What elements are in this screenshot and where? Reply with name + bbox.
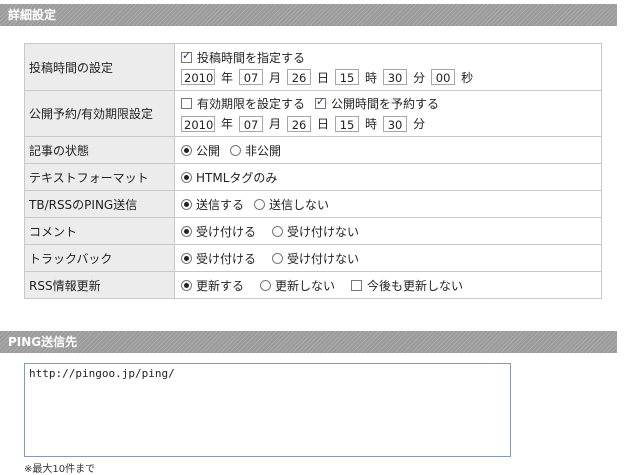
post-second-input[interactable]: 00 (431, 69, 456, 85)
format-html-radio[interactable] (181, 171, 192, 183)
rss-never-label: 今後も更新しない (367, 278, 464, 293)
row-format: テキストフォーマット HTMLタグのみ (24, 163, 602, 191)
schedule-hour-unit: 時 (365, 117, 378, 131)
comment-reject-option[interactable]: 受け付けない (272, 223, 359, 240)
label-ping: TB/RSSのPING送信 (24, 190, 175, 218)
post-month-unit: 月 (269, 70, 282, 85)
row-post-time: 投稿時間の設定 投稿時間を指定する 2010 年 07 月 26 日 15 時 … (24, 43, 602, 91)
reserve-label: 公開時間を予約する (331, 97, 440, 111)
label-post-time: 投稿時間の設定 (24, 43, 175, 91)
expire-label: 有効期限を設定する (197, 97, 306, 111)
schedule-year-unit: 年 (221, 117, 234, 131)
label-comment: コメント (24, 217, 175, 245)
rss-update-radio[interactable] (181, 279, 192, 291)
status-private-label: 非公開 (245, 143, 282, 158)
post-second-unit: 秒 (461, 70, 474, 85)
specify-time-label: 投稿時間を指定する (197, 50, 306, 65)
rss-never-option[interactable]: 今後も更新しない (351, 277, 463, 294)
schedule-year-input[interactable]: 2010 (181, 115, 215, 132)
value-format: HTMLタグのみ (174, 163, 602, 191)
value-rss: 更新する 更新しない 今後も更新しない (174, 271, 602, 299)
expire-option[interactable]: 有効期限を設定する (181, 95, 305, 112)
rss-noupdate-option[interactable]: 更新しない (260, 277, 335, 294)
schedule-month-input[interactable]: 07 (239, 115, 264, 132)
expire-checkbox[interactable] (181, 98, 192, 109)
trackback-accept-option[interactable]: 受け付ける (181, 250, 256, 267)
status-public-label: 公開 (196, 143, 221, 158)
settings-table: 投稿時間の設定 投稿時間を指定する 2010 年 07 月 26 日 15 時 … (24, 43, 602, 299)
ping-send-label: 送信する (196, 197, 245, 212)
schedule-month-unit: 月 (269, 117, 282, 131)
row-trackback: トラックバック 受け付ける 受け付けない (24, 244, 602, 272)
post-hour-input[interactable]: 15 (335, 69, 360, 85)
reserve-option[interactable]: 公開時間を予約する (315, 95, 439, 112)
rss-never-checkbox[interactable] (351, 279, 363, 291)
post-day-input[interactable]: 26 (287, 69, 312, 85)
label-format: テキストフォーマット (24, 163, 175, 191)
status-public-option[interactable]: 公開 (181, 142, 220, 159)
post-minute-unit: 分 (413, 70, 426, 85)
specify-time-option[interactable]: 投稿時間を指定する (181, 49, 305, 66)
schedule-minute-unit: 分 (413, 117, 426, 131)
row-schedule: 公開予約/有効期限設定 有効期限を設定する 公開時間を予約する 2010 年 0… (24, 90, 602, 137)
ping-url-textarea[interactable]: http://pingoo.jp/ping/ (24, 363, 511, 457)
status-public-radio[interactable] (181, 144, 192, 156)
label-rss: RSS情報更新 (24, 271, 175, 299)
schedule-day-unit: 日 (317, 117, 330, 131)
ping-nosend-option[interactable]: 送信しない (254, 196, 329, 213)
format-html-label: HTMLタグのみ (196, 170, 278, 185)
label-status: 記事の状態 (24, 136, 175, 164)
value-schedule: 有効期限を設定する 公開時間を予約する 2010 年 07 月 26 日 15 … (174, 90, 602, 137)
rss-update-option[interactable]: 更新する (181, 277, 244, 294)
comment-accept-radio[interactable] (181, 225, 192, 237)
rss-noupdate-label: 更新しない (275, 278, 336, 293)
row-comment: コメント 受け付ける 受け付けない (24, 217, 602, 245)
label-trackback: トラックバック (24, 244, 175, 272)
schedule-day-input[interactable]: 26 (287, 115, 312, 132)
format-html-option[interactable]: HTMLタグのみ (181, 169, 277, 186)
row-status: 記事の状態 公開 非公開 (24, 136, 602, 164)
status-private-option[interactable]: 非公開 (230, 142, 281, 159)
comment-reject-label: 受け付けない (287, 224, 360, 239)
detail-settings-header: 詳細設定 (0, 4, 617, 26)
post-day-unit: 日 (317, 70, 330, 85)
status-private-radio[interactable] (230, 144, 242, 156)
post-month-input[interactable]: 07 (239, 69, 264, 85)
ping-nosend-radio[interactable] (254, 198, 266, 210)
rss-update-label: 更新する (196, 278, 245, 293)
schedule-hour-input[interactable]: 15 (335, 115, 360, 132)
ping-destination-header: PING送信先 (0, 331, 617, 353)
row-ping: TB/RSSのPING送信 送信する 送信しない (24, 190, 602, 218)
trackback-accept-label: 受け付ける (196, 251, 257, 266)
post-minute-input[interactable]: 30 (383, 69, 408, 85)
reserve-checkbox[interactable] (315, 95, 327, 109)
trackback-reject-radio[interactable] (272, 252, 284, 264)
trackback-reject-label: 受け付けない (287, 251, 360, 266)
trackback-reject-option[interactable]: 受け付けない (272, 250, 359, 267)
post-year-input[interactable]: 2010 (181, 69, 215, 85)
value-ping: 送信する 送信しない (174, 190, 602, 218)
ping-send-option[interactable]: 送信する (181, 196, 244, 213)
post-hour-unit: 時 (365, 70, 378, 85)
value-trackback: 受け付ける 受け付けない (174, 244, 602, 272)
value-status: 公開 非公開 (174, 136, 602, 164)
specify-time-checkbox[interactable] (181, 49, 192, 63)
value-comment: 受け付ける 受け付けない (174, 217, 602, 245)
comment-reject-radio[interactable] (272, 225, 284, 237)
comment-accept-option[interactable]: 受け付ける (181, 223, 256, 240)
trackback-accept-radio[interactable] (181, 252, 192, 264)
ping-nosend-label: 送信しない (269, 197, 330, 212)
row-rss: RSS情報更新 更新する 更新しない 今後も更新しない (24, 271, 602, 299)
comment-accept-label: 受け付ける (196, 224, 257, 239)
rss-noupdate-radio[interactable] (260, 279, 272, 291)
post-year-unit: 年 (221, 70, 234, 85)
value-post-time: 投稿時間を指定する 2010 年 07 月 26 日 15 時 30 分 00 … (174, 43, 602, 91)
label-schedule: 公開予約/有効期限設定 (24, 90, 175, 137)
ping-limit-note: ※最大10件まで (24, 464, 96, 475)
ping-send-radio[interactable] (181, 198, 192, 210)
schedule-minute-input[interactable]: 30 (383, 115, 408, 132)
